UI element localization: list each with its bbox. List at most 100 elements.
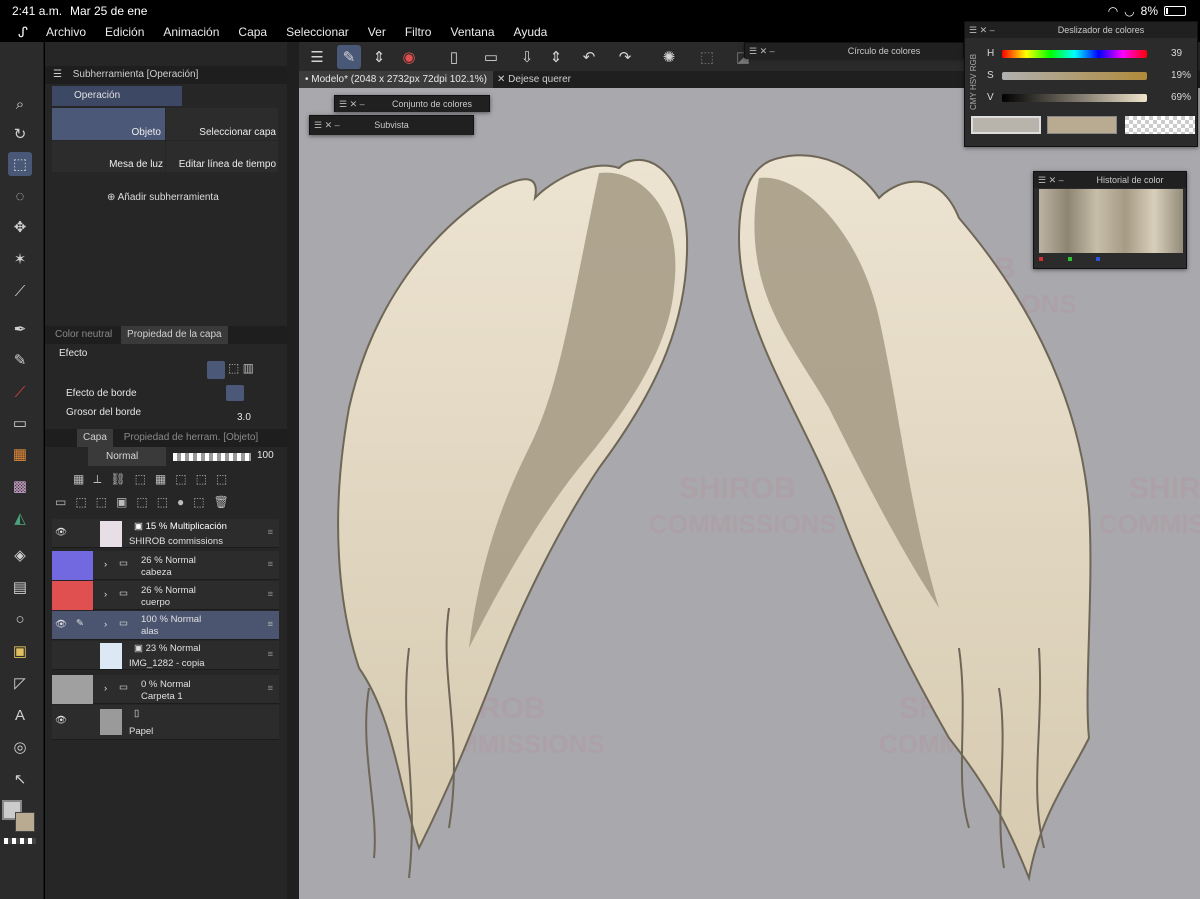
color-slider-palette[interactable]: ☰ ✕ – Deslizador de colores CMY HSV RGB … (964, 21, 1198, 147)
menu-edicion[interactable]: Edición (105, 25, 144, 39)
eraser-tool-icon[interactable]: ▭ (8, 411, 32, 435)
eye-icon[interactable]: 👁 (55, 527, 67, 538)
sub-color-chip[interactable] (1047, 116, 1117, 134)
eye-icon[interactable]: 👁 (55, 619, 67, 630)
pen-tool-icon[interactable]: ✒ (8, 317, 32, 341)
color-slider-header[interactable]: ☰ ✕ – Deslizador de colores (965, 22, 1197, 38)
transparent-color-swatch[interactable] (4, 838, 36, 844)
effect-options-icon[interactable]: ⬚ ▥ (228, 361, 264, 379)
subtool-select-layer[interactable]: Seleccionar capa (166, 108, 278, 140)
slider-s-value[interactable]: 19% (1171, 70, 1191, 81)
layer-row[interactable]: 👁 ✎ › ▭ 100 % Normal alas ≡ (52, 611, 279, 640)
tab-color-neutral[interactable]: Color neutral (55, 329, 112, 340)
menu-seleccionar[interactable]: Seleccionar (286, 25, 349, 39)
layer-options-row-2[interactable]: ▭⬚⬚▣⬚⬚●⬚🗑 (55, 495, 285, 511)
subtool-group-operation[interactable]: Operación (52, 86, 182, 106)
color-history-header[interactable]: ☰ ✕ – Historial de color (1034, 172, 1186, 188)
menu-capa[interactable]: Capa (238, 25, 267, 39)
pencil-tool-icon[interactable]: ✎ (8, 348, 32, 372)
color-mode-tabs[interactable]: CMY HSV RGB (969, 40, 981, 110)
layer-row[interactable]: 👁 ▯ Papel (52, 705, 279, 740)
drag-handle-icon[interactable]: ≡ (267, 683, 273, 694)
subtool-object[interactable]: Objeto (52, 108, 165, 140)
expand-icon[interactable]: › (104, 619, 107, 630)
close-icon[interactable]: ☰ ✕ – (339, 96, 365, 112)
subview-palette[interactable]: ☰ ✕ – Subvista (309, 115, 474, 135)
subview-header[interactable]: ☰ ✕ – Subvista (310, 116, 473, 135)
add-subtool-button[interactable]: ⊕ Añadir subherramienta (107, 192, 219, 203)
mountain-tool-icon[interactable]: ◭ (8, 506, 32, 530)
subtool-timeline[interactable]: Editar línea de tiempo (166, 141, 278, 172)
correct-line-icon[interactable]: ↖ (8, 767, 32, 791)
chevron-updown-icon[interactable]: ⇕ (544, 45, 568, 69)
menu-icon[interactable]: ☰ (305, 45, 329, 69)
tab-cmy[interactable]: CMY (969, 92, 978, 110)
quick-access-icon[interactable]: ✎ (337, 45, 361, 69)
subtool-light-table[interactable]: Mesa de luz (52, 141, 165, 172)
border-width-value[interactable]: 3.0 (237, 412, 251, 423)
drag-handle-icon[interactable]: ≡ (267, 589, 273, 600)
layer-row[interactable]: › ▭ 0 % Normal Carpeta 1 ≡ (52, 675, 279, 704)
open-folder-icon[interactable]: ▭ (479, 45, 503, 69)
drag-handle-icon[interactable]: ≡ (267, 527, 273, 538)
tab-document-second[interactable]: ✕ Dejese querer (491, 71, 577, 88)
selection-icon[interactable]: ⬚ (695, 45, 719, 69)
color-history-grid[interactable] (1039, 189, 1183, 253)
new-file-icon[interactable]: ▯ (442, 45, 466, 69)
menu-archivo[interactable]: Archivo (46, 25, 86, 39)
layer-row[interactable]: › ▭ 26 % Normal cabeza ≡ (52, 551, 279, 580)
tab-layer[interactable]: Capa (77, 429, 113, 447)
tab-tool-property[interactable]: Propiedad de herram. [Objeto] (124, 432, 259, 443)
expand-icon[interactable]: › (104, 589, 107, 600)
menu-animacion[interactable]: Animación (163, 25, 219, 39)
undo-icon[interactable]: ↶ (577, 45, 601, 69)
blend-tool-icon[interactable]: ▦ (8, 442, 32, 466)
menu-ayuda[interactable]: Ayuda (514, 25, 548, 39)
layer-row[interactable]: ▣ 23 % Normal IMG_1282 - copia ≡ (52, 641, 279, 670)
close-icon[interactable]: ☰ ✕ – (1038, 172, 1064, 188)
color-set-palette[interactable]: ☰ ✕ – Conjunto de colores (334, 95, 490, 112)
chevron-updown-icon[interactable]: ⇕ (367, 45, 391, 69)
figure-tool-icon[interactable]: ○ (8, 607, 32, 631)
magic-wand-icon[interactable]: ✶ (8, 247, 32, 271)
rotate-view-icon[interactable]: ↻ (8, 122, 32, 146)
transparent-color-chip[interactable] (1125, 116, 1195, 134)
menu-filtro[interactable]: Filtro (405, 25, 432, 39)
color-circle-palette[interactable]: ☰ ✕ – Círculo de colores (744, 42, 964, 59)
sub-color-swatch[interactable] (15, 812, 35, 832)
drag-handle-icon[interactable]: ≡ (267, 559, 273, 570)
eyedropper-icon[interactable]: ⟋ (8, 279, 32, 303)
color-circle-header[interactable]: ☰ ✕ – Círculo de colores (745, 43, 963, 59)
main-color-chip[interactable] (971, 116, 1041, 134)
tab-hsv[interactable]: HSV (969, 74, 978, 90)
eye-icon[interactable]: 👁 (55, 715, 67, 726)
drag-handle-icon[interactable]: ≡ (267, 619, 273, 630)
color-set-header[interactable]: ☰ ✕ – Conjunto de colores (335, 96, 489, 112)
tab-layer-property[interactable]: Propiedad de la capa (121, 326, 228, 344)
opacity-slider[interactable] (173, 453, 251, 461)
close-icon[interactable]: ☰ ✕ – (749, 43, 775, 59)
ruler-tool-icon[interactable]: ◸ (8, 671, 32, 695)
hue-slider[interactable] (1002, 50, 1147, 58)
move-tool-icon[interactable]: ✥ (8, 215, 32, 239)
opacity-value[interactable]: 100 (257, 450, 274, 461)
layer-row[interactable]: 👁 ▣ 15 % Multiplicación SHIROB commissio… (52, 519, 279, 548)
loading-icon[interactable]: ✺ (657, 45, 681, 69)
operation-tool-icon[interactable]: ⬚ (8, 152, 32, 176)
decoration-tool-icon[interactable]: ▩ (8, 474, 32, 498)
gradient-tool-icon[interactable]: ▤ (8, 575, 32, 599)
menu-ventana[interactable]: Ventana (450, 25, 494, 39)
balloon-tool-icon[interactable]: ◎ (8, 735, 32, 759)
slider-h-value[interactable]: 39 (1171, 48, 1182, 59)
border-effect-toggle[interactable] (226, 385, 244, 401)
layer-options-row-1[interactable]: ▦⟂⛓⬚▦⬚⬚⬚ (73, 472, 283, 488)
lasso-tool-icon[interactable]: ◌ (8, 184, 32, 208)
slider-v-value[interactable]: 69% (1171, 92, 1191, 103)
menu-ver[interactable]: Ver (368, 25, 386, 39)
value-slider[interactable] (1002, 94, 1147, 102)
expand-icon[interactable]: › (104, 559, 107, 570)
text-tool-icon[interactable]: A (8, 703, 32, 727)
close-icon[interactable]: ☰ ✕ – (969, 22, 995, 38)
brush-tool-icon[interactable]: ⟋ (8, 380, 32, 404)
smart-smoothing-icon[interactable]: ◉ (397, 45, 421, 69)
